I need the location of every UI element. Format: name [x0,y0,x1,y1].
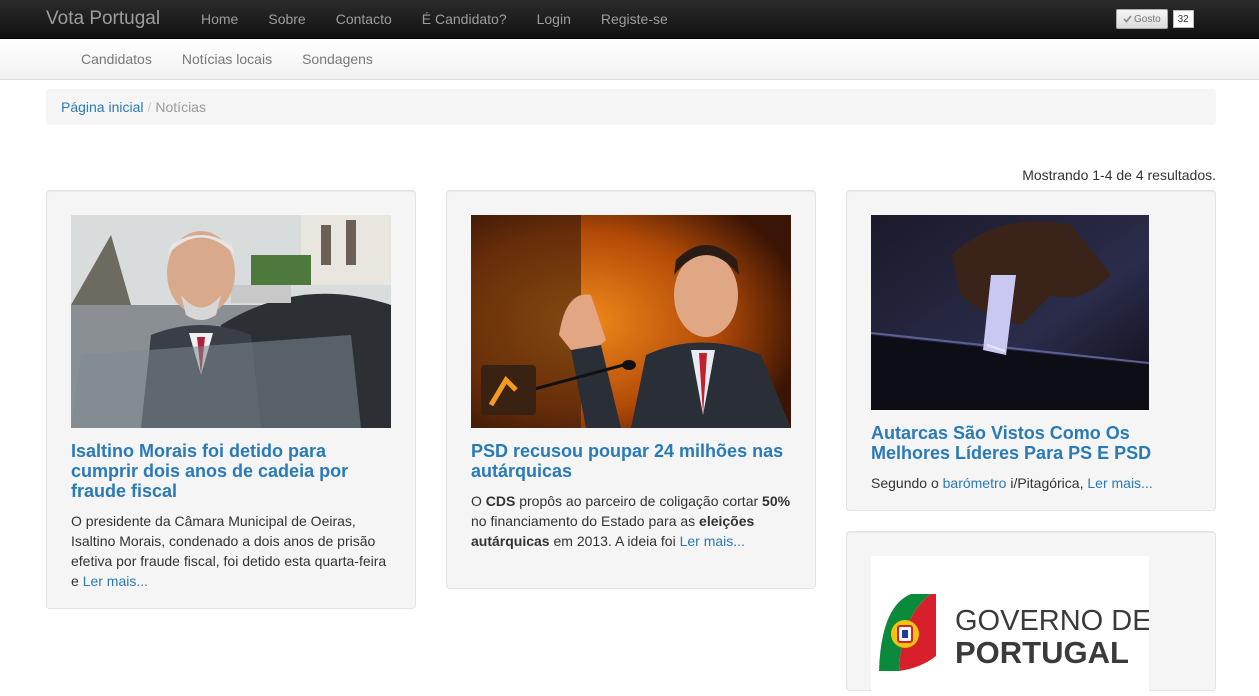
government-logo-icon: GOVERNO DE PORTUGAL [871,556,1149,696]
excerpt-text: O [471,493,486,509]
top-nav: Home Sobre Contacto É Candidato? Login R… [186,0,683,39]
breadcrumb-current: Notícias [155,99,206,115]
excerpt-text: i/Pitagórica, [1006,475,1088,491]
news-card: GOVERNO DE PORTUGAL [846,531,1216,696]
breadcrumb-home[interactable]: Página inicial [61,99,144,115]
news-card: Isaltino Morais foi detido para cumprir … [46,190,416,609]
results-count: Mostrando 1-4 de 4 resultados. [1022,167,1216,183]
news-image-link[interactable] [71,215,391,431]
news-photo [471,215,791,428]
like-count: 32 [1172,10,1194,28]
nav-login[interactable]: Login [522,0,586,39]
nav-home[interactable]: Home [186,0,253,39]
excerpt-bold: 50% [762,493,791,509]
nav-candidate[interactable]: É Candidato? [407,0,522,39]
read-more-link[interactable]: Ler mais... [83,573,148,589]
nav-contact[interactable]: Contacto [321,0,407,39]
excerpt-text: no financiamento do Estado para as [471,513,700,529]
news-excerpt: Segundo o barómetro i/Pitagórica, Ler ma… [871,473,1191,493]
nav-register[interactable]: Registe-se [586,0,683,39]
subnav-polls[interactable]: Sondagens [287,39,388,79]
news-title-link[interactable]: Autarcas São Vistos Como Os Melhores Líd… [871,423,1151,463]
like-widget: Gosto 32 [1116,9,1194,29]
news-image-link[interactable] [871,215,1191,413]
news-excerpt: O presidente da Câmara Municipal de Oeir… [71,511,391,591]
news-card: PSD recusou poupar 24 milhões nas autárq… [446,190,816,589]
news-card: Autarcas São Vistos Como Os Melhores Líd… [846,190,1216,511]
read-more-link[interactable]: Ler mais... [1087,475,1152,491]
news-excerpt: O CDS propôs ao parceiro de coligação co… [471,491,791,551]
news-title-link[interactable]: Isaltino Morais foi detido para cumprir … [71,441,348,501]
news-title-link[interactable]: PSD recusou poupar 24 milhões nas autárq… [471,441,783,481]
news-photo [71,215,391,428]
news-image-link[interactable]: GOVERNO DE PORTUGAL [871,556,1149,696]
check-icon [1123,15,1132,23]
breadcrumb-separator: / [147,99,152,115]
sub-navbar: Candidatos Notícias locais Sondagens [0,39,1259,80]
excerpt-text: propôs ao parceiro de coligação cortar [515,493,763,509]
excerpt-text: em 2013. A ideia foi [549,533,680,549]
like-button[interactable]: Gosto [1116,9,1168,29]
logo-line1: GOVERNO DE [955,605,1149,637]
barometer-link[interactable]: barómetro [943,475,1007,491]
logo-line2: PORTUGAL [955,635,1129,670]
news-image-link[interactable] [471,215,791,431]
like-label: Gosto [1134,13,1161,25]
read-more-link[interactable]: Ler mais... [680,533,745,549]
nav-about[interactable]: Sobre [253,0,320,39]
excerpt-text: Segundo o [871,475,943,491]
sub-nav: Candidatos Notícias locais Sondagens [66,39,388,79]
top-navbar: Vota Portugal Home Sobre Contacto É Cand… [0,0,1259,39]
subnav-local-news[interactable]: Notícias locais [167,39,287,79]
breadcrumb: Página inicial / Notícias [46,89,1216,125]
news-photo [871,215,1150,410]
excerpt-bold: CDS [485,493,516,509]
subnav-candidates[interactable]: Candidatos [66,39,167,79]
brand-link[interactable]: Vota Portugal [46,8,160,30]
